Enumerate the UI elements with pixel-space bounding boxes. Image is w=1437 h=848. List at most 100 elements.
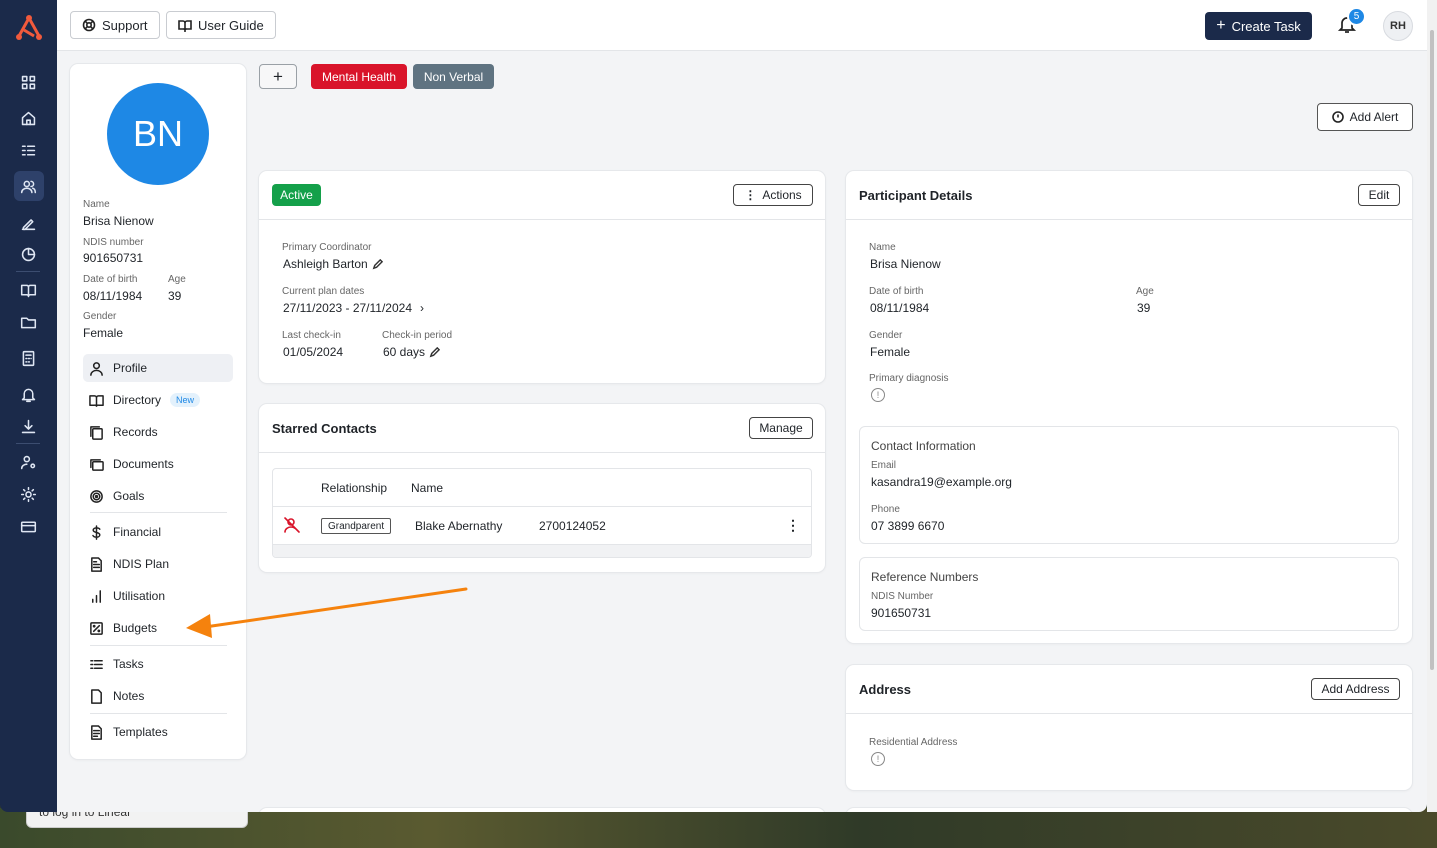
partial-card-below [259,808,825,812]
residential-label: Residential Address [869,737,958,748]
top-bar: Support User Guide + Create Task 5 RH [57,0,1427,51]
support-label: Support [102,17,148,33]
nav-label: Tasks [113,657,144,671]
nav-item-documents[interactable]: Documents [83,450,233,478]
name-label: Name [83,199,110,210]
info-icon: ! [871,388,885,402]
contact-name: Blake Abernathy [415,519,503,533]
checkin-value: 01/05/2024 [283,345,344,359]
folder-icon[interactable] [18,312,38,332]
detail-name-value: Brisa Nienow [870,257,941,271]
add-alert-label: Add Alert [1349,110,1399,124]
edit-pencil-icon[interactable] [429,347,441,358]
edit-button[interactable]: Edit [1358,184,1400,206]
app-logo-icon[interactable] [14,14,44,42]
actions-button[interactable]: ⋮ Actions [733,184,813,206]
address-title: Address [859,682,912,697]
user-avatar[interactable]: RH [1383,11,1413,41]
nav-label: Profile [113,361,148,375]
muted-user-icon [284,517,300,533]
edit-pencil-icon[interactable] [372,259,383,270]
download-icon[interactable] [18,416,38,436]
dob-value: 08/11/1984 [83,289,143,303]
calculator-icon[interactable] [18,348,38,368]
tag-non-verbal[interactable]: Non Verbal [413,64,494,89]
gear-icon[interactable] [18,484,38,504]
main-app: Support User Guide + Create Task 5 RH BN… [57,0,1427,812]
dashboard-icon[interactable] [18,72,38,92]
user-guide-label: User Guide [198,17,264,33]
nav-item-templates[interactable]: Templates [83,718,233,746]
card-divider [846,219,1412,220]
nav-item-directory[interactable]: Directory New [83,386,233,414]
task-list-icon[interactable] [18,140,38,160]
age-value: 39 [168,289,182,303]
book-icon[interactable] [18,280,38,300]
period-label: Check-in period [382,330,453,341]
ndis-label: NDIS number [83,237,144,248]
detail-gender-value: Female [870,345,911,359]
nav-divider [90,512,227,513]
nav-item-goals[interactable]: Goals [83,482,233,510]
row-kebab-icon[interactable]: ⋮ [786,517,800,534]
credit-card-icon[interactable] [18,516,38,536]
card-divider [259,219,825,220]
plan-dates-value[interactable]: 27/11/2023 - 27/11/2024 › [283,301,424,315]
icon-rail [0,0,57,812]
file-text-icon [91,556,102,572]
email-value[interactable]: kasandra19@example.org [871,475,1012,489]
alert-circle-icon [1331,111,1344,123]
home-icon[interactable] [18,108,38,128]
nav-item-ndis-plan[interactable]: NDIS Plan [83,550,233,578]
participants-icon[interactable] [18,176,38,196]
create-task-button[interactable]: + Create Task [1205,12,1312,40]
card-divider [846,713,1412,714]
add-tag-button[interactable]: + [259,64,297,89]
detail-age-value: 39 [1137,301,1151,315]
plan-dates-label: Current plan dates [282,286,365,297]
actions-label: Actions [762,188,802,202]
bar-chart-icon [92,589,101,603]
add-address-button[interactable]: Add Address [1311,678,1400,700]
add-alert-button[interactable]: Add Alert [1317,103,1413,131]
support-button[interactable]: Support [70,11,160,39]
nav-label: Goals [113,489,145,503]
nav-item-tasks[interactable]: Tasks [83,650,233,678]
nav-item-utilisation[interactable]: Utilisation [83,582,233,610]
percent-square-icon [90,621,103,635]
manage-button[interactable]: Manage [749,417,813,439]
phone-value[interactable]: 07 3899 6670 [871,519,944,533]
reports-pie-icon[interactable] [18,244,38,264]
dob-label: Date of birth [83,274,138,285]
partial-card-below [846,808,1412,812]
contacts-table: Relationship Name Grandparent Blake Aber… [272,468,812,558]
plan-dates-text: 27/11/2023 - 27/11/2024 [283,301,412,315]
nav-label: Documents [113,457,174,471]
nav-item-financial[interactable]: Financial [83,518,233,546]
contact-info-title: Contact Information [871,439,976,453]
card-divider [259,452,825,453]
phone-label: Phone [871,504,900,515]
user-guide-button[interactable]: User Guide [166,11,276,39]
notification-settings-icon[interactable] [18,384,38,404]
support-lifebuoy-icon [82,18,96,32]
age-label: Age [168,274,186,285]
nav-label: Utilisation [113,589,166,603]
checkin-label: Last check-in [282,330,341,341]
signature-icon[interactable] [18,212,38,232]
nav-label: Templates [113,725,168,739]
nav-label: Directory [113,393,162,407]
period-value: 60 days [383,345,441,359]
nav-item-profile[interactable]: Profile [83,354,233,382]
nav-item-notes[interactable]: Notes [83,682,233,710]
diagnosis-label: Primary diagnosis [869,373,949,384]
scrollbar-thumb[interactable] [1430,30,1434,670]
nav-item-records[interactable]: Records [83,418,233,446]
reference-numbers-box: Reference Numbers NDIS Number 901650731 [859,557,1399,631]
user-settings-icon[interactable] [18,452,38,472]
nav-item-budgets[interactable]: Budgets [83,614,233,642]
rail-divider [16,443,40,444]
nav-label: Financial [113,525,162,539]
tag-mental-health[interactable]: Mental Health [311,64,407,89]
page-scrollbar[interactable] [1427,0,1437,812]
